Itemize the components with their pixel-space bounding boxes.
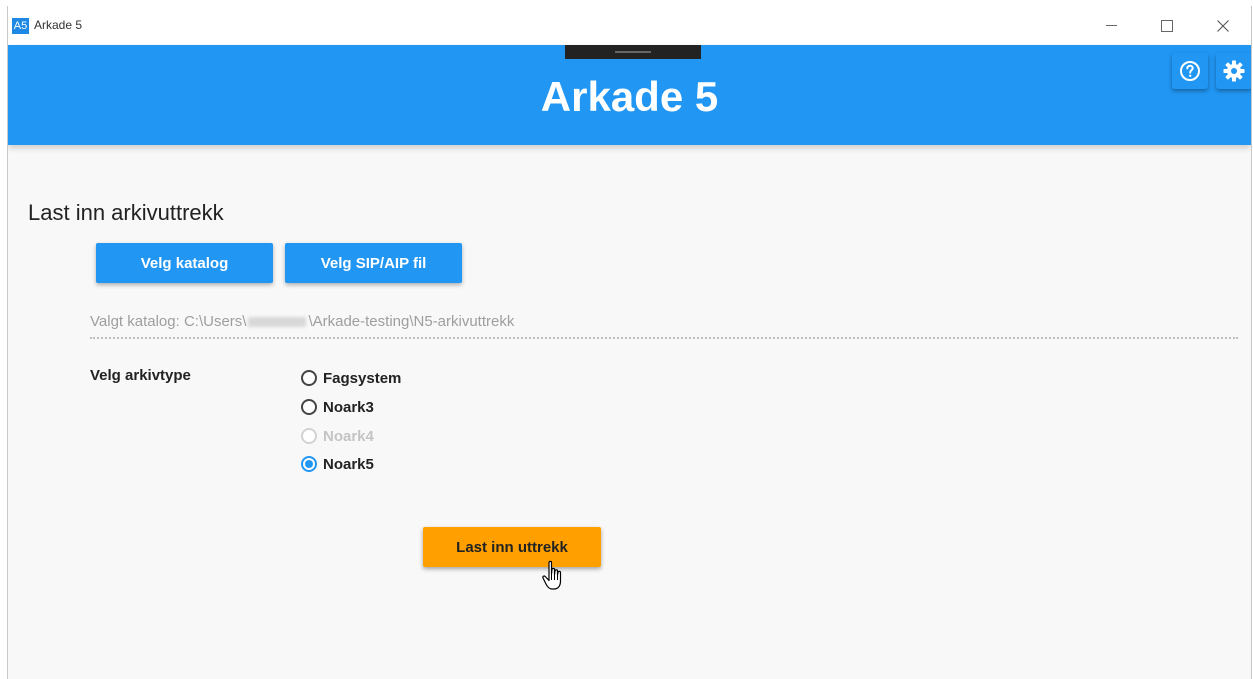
drag-handle[interactable]	[565, 45, 701, 59]
choose-sip-aip-file-button[interactable]: Velg SIP/AIP fil	[285, 243, 462, 283]
app-icon: A5	[12, 18, 29, 34]
help-button[interactable]	[1172, 53, 1208, 89]
radio-label: Fagsystem	[323, 369, 402, 387]
radio-fagsystem[interactable]: Fagsystem	[301, 367, 401, 389]
minimize-icon	[1105, 25, 1117, 26]
selected-path-prefix: Valgt katalog: C:\Users\	[90, 313, 247, 330]
choose-directory-button[interactable]: Velg katalog	[96, 243, 273, 283]
close-button[interactable]	[1200, 6, 1246, 45]
radio-label: Noark3	[323, 398, 374, 416]
minimize-button[interactable]	[1088, 6, 1134, 45]
maximize-button[interactable]	[1144, 6, 1190, 45]
window-title: Arkade 5	[34, 18, 83, 32]
hand-cursor-icon	[542, 560, 562, 590]
radio-button-selected[interactable]	[301, 456, 317, 472]
maximize-icon	[1161, 19, 1173, 32]
redacted-username	[248, 317, 307, 328]
selected-path-suffix: \Arkade-testing\N5-arkivuttrekk	[308, 313, 515, 330]
radio-noark3[interactable]: Noark3	[301, 396, 374, 418]
archive-type-label: Velg arkivtype	[90, 367, 191, 384]
radio-noark4: Noark4	[301, 425, 374, 447]
settings-button[interactable]	[1216, 53, 1251, 89]
radio-button	[301, 428, 317, 444]
app-header: Arkade 5	[8, 45, 1251, 145]
gear-icon	[1223, 60, 1245, 82]
app-title: Arkade 5	[540, 73, 719, 120]
divider	[90, 337, 1238, 339]
selected-path: Valgt katalog: C:\Users\ \Arkade-testing\…	[90, 313, 514, 330]
radio-button[interactable]	[301, 370, 317, 386]
section-title: Last inn arkivuttrekk	[28, 200, 224, 225]
radio-label: Noark5	[323, 455, 374, 473]
radio-label: Noark4	[323, 427, 374, 445]
radio-noark5[interactable]: Noark5	[301, 453, 374, 475]
title-bar: A5 Arkade 5	[8, 6, 1251, 45]
load-extract-button[interactable]: Last inn uttrekk	[423, 527, 601, 567]
close-icon	[1217, 19, 1229, 32]
radio-button[interactable]	[301, 399, 317, 415]
help-circle-icon	[1180, 61, 1200, 81]
app-window: A5 Arkade 5 Arkade 5 Last inn arkivuttre…	[7, 6, 1252, 679]
